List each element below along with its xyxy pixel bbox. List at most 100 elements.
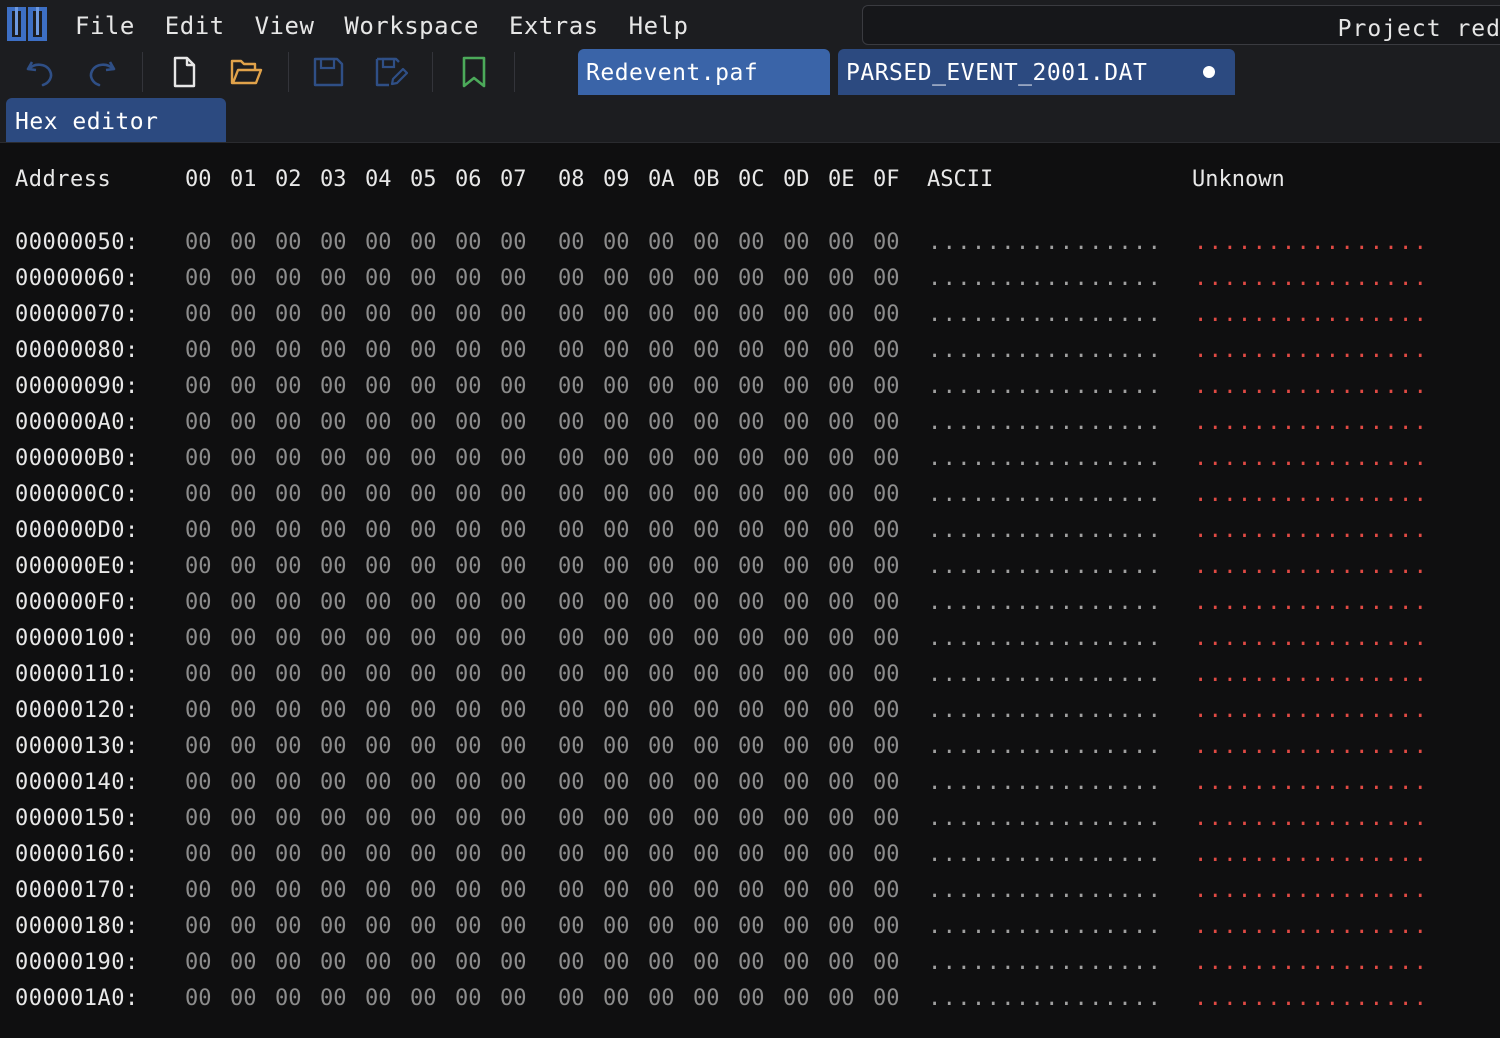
hex-byte[interactable]: 00 [500,225,527,261]
hex-byte[interactable]: 00 [410,945,437,981]
hex-byte[interactable]: 00 [275,405,302,441]
hex-byte[interactable]: 00 [693,477,720,513]
hex-byte[interactable]: 00 [230,801,257,837]
hex-byte[interactable]: 00 [320,981,347,1017]
hex-byte[interactable]: 00 [783,801,810,837]
hex-byte[interactable]: 00 [275,657,302,693]
hex-byte[interactable]: 00 [455,369,482,405]
unknown-text[interactable]: ................ [1194,549,1428,585]
hex-byte[interactable]: 00 [455,873,482,909]
hex-byte[interactable]: 00 [230,837,257,873]
hex-byte[interactable]: 00 [275,873,302,909]
hex-byte[interactable]: 00 [648,297,675,333]
hex-byte[interactable]: 00 [410,657,437,693]
save-as-icon[interactable] [372,54,408,90]
hex-byte[interactable]: 00 [693,801,720,837]
hex-byte[interactable]: 00 [738,405,765,441]
hex-byte[interactable]: 00 [275,621,302,657]
menu-file[interactable]: File [60,8,150,44]
hex-byte[interactable]: 00 [828,261,855,297]
hex-byte[interactable]: 00 [828,765,855,801]
hex-byte[interactable]: 00 [873,657,900,693]
hex-byte[interactable]: 00 [185,981,212,1017]
hex-byte[interactable]: 00 [410,837,437,873]
hex-byte[interactable]: 00 [738,441,765,477]
hex-byte[interactable]: 00 [185,333,212,369]
hex-byte[interactable]: 00 [230,333,257,369]
hex-byte[interactable]: 00 [320,225,347,261]
hex-byte[interactable]: 00 [693,441,720,477]
open-folder-icon[interactable] [228,54,264,90]
hex-byte[interactable]: 00 [693,405,720,441]
hex-byte[interactable]: 00 [185,657,212,693]
hex-byte[interactable]: 00 [873,477,900,513]
hex-byte[interactable]: 00 [230,369,257,405]
hex-byte[interactable]: 00 [185,837,212,873]
hex-byte[interactable]: 00 [365,225,392,261]
hex-byte[interactable]: 00 [185,369,212,405]
hex-byte[interactable]: 00 [185,585,212,621]
hex-byte[interactable]: 00 [320,261,347,297]
ascii-text[interactable]: ................ [928,837,1162,873]
hex-byte[interactable]: 00 [558,369,585,405]
hex-byte[interactable]: 00 [783,729,810,765]
save-icon[interactable] [310,54,346,90]
unknown-text[interactable]: ................ [1194,693,1428,729]
hex-byte[interactable]: 00 [500,333,527,369]
unknown-text[interactable]: ................ [1194,261,1428,297]
hex-byte[interactable]: 00 [783,585,810,621]
hex-byte[interactable]: 00 [410,585,437,621]
ascii-text[interactable]: ................ [928,225,1162,261]
hex-byte[interactable]: 00 [603,513,630,549]
hex-byte[interactable]: 00 [648,405,675,441]
hex-byte[interactable]: 00 [873,981,900,1017]
hex-byte[interactable]: 00 [873,693,900,729]
hex-byte[interactable]: 00 [365,945,392,981]
hex-byte[interactable]: 00 [693,513,720,549]
hex-byte[interactable]: 00 [500,513,527,549]
hex-byte[interactable]: 00 [738,837,765,873]
hex-byte[interactable]: 00 [738,513,765,549]
hex-byte[interactable]: 00 [365,729,392,765]
hex-byte[interactable]: 00 [648,873,675,909]
ascii-text[interactable]: ................ [928,297,1162,333]
hex-byte[interactable]: 00 [275,513,302,549]
hex-byte[interactable]: 00 [455,225,482,261]
hex-byte[interactable]: 00 [500,585,527,621]
hex-byte[interactable]: 00 [558,585,585,621]
hex-byte[interactable]: 00 [185,621,212,657]
hex-byte[interactable]: 00 [693,657,720,693]
hex-byte[interactable]: 00 [185,405,212,441]
hex-byte[interactable]: 00 [185,225,212,261]
hex-byte[interactable]: 00 [873,621,900,657]
hex-byte[interactable]: 00 [410,729,437,765]
hex-byte[interactable]: 00 [320,873,347,909]
menu-help[interactable]: Help [614,8,704,44]
hex-byte[interactable]: 00 [693,909,720,945]
hex-byte[interactable]: 00 [410,693,437,729]
hex-byte[interactable]: 00 [185,765,212,801]
hex-byte[interactable]: 00 [648,837,675,873]
hex-byte[interactable]: 00 [738,765,765,801]
hex-byte[interactable]: 00 [365,477,392,513]
hex-byte[interactable]: 00 [828,909,855,945]
unknown-text[interactable]: ................ [1194,621,1428,657]
hex-byte[interactable]: 00 [500,477,527,513]
hex-byte[interactable]: 00 [873,873,900,909]
hex-byte[interactable]: 00 [320,945,347,981]
hex-byte[interactable]: 00 [230,585,257,621]
hex-byte[interactable]: 00 [738,873,765,909]
hex-byte[interactable]: 00 [365,513,392,549]
ascii-text[interactable]: ................ [928,909,1162,945]
hex-byte[interactable]: 00 [455,729,482,765]
unknown-text[interactable]: ................ [1194,513,1428,549]
hex-byte[interactable]: 00 [648,621,675,657]
hex-byte[interactable]: 00 [500,549,527,585]
hex-byte[interactable]: 00 [783,765,810,801]
hex-byte[interactable]: 00 [275,729,302,765]
hex-byte[interactable]: 00 [738,729,765,765]
hex-byte[interactable]: 00 [783,261,810,297]
hex-byte[interactable]: 00 [455,765,482,801]
hex-byte[interactable]: 00 [500,369,527,405]
hex-byte[interactable]: 00 [648,477,675,513]
